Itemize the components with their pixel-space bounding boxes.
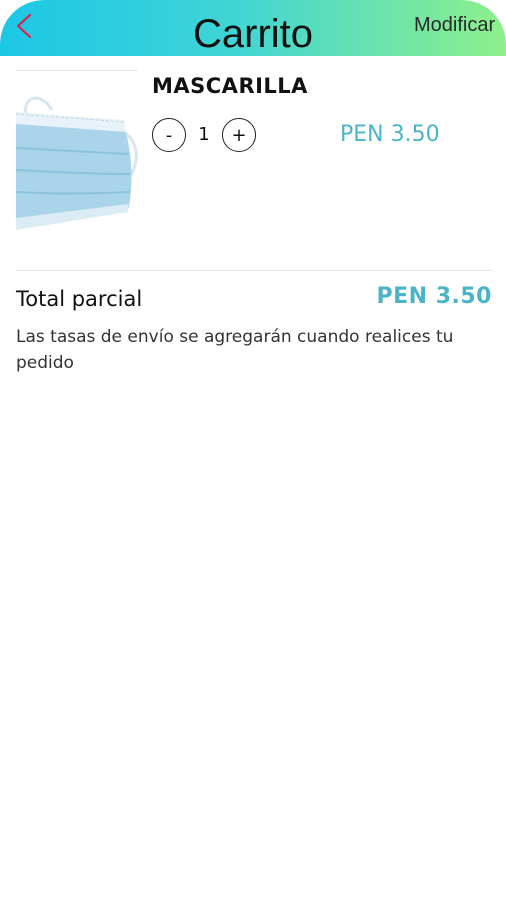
shipping-note: Las tasas de envío se agregarán cuando r… [16, 327, 454, 373]
divider [16, 70, 138, 71]
modify-button[interactable]: Modificar [414, 14, 506, 40]
subtotal-label: Total parcial [16, 287, 143, 311]
product-name: MASCARILLA [152, 74, 308, 98]
decrease-quantity-button[interactable]: - [152, 118, 186, 152]
divider [16, 270, 492, 271]
item-price: PEN 3.50 [340, 122, 440, 147]
quantity-value: 1 [198, 124, 210, 145]
face-mask-image [15, 96, 138, 230]
subtotal-value: PEN 3.50 [376, 284, 492, 309]
increase-quantity-button[interactable]: + [222, 118, 256, 152]
app-header: Carrito Modificar [0, 0, 506, 56]
cart-screen: Carrito Modificar MASCARILLA - 1 + PEN 3… [0, 0, 506, 900]
